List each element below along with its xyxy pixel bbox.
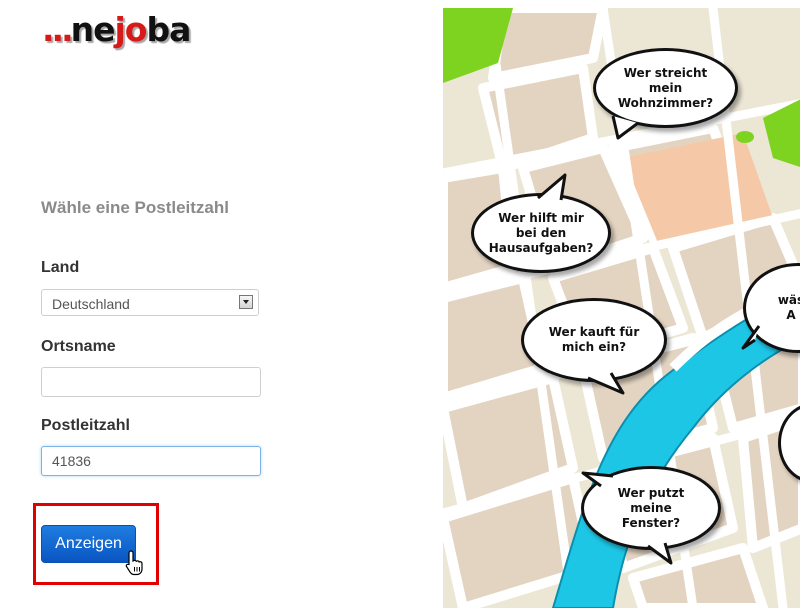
city-input[interactable] xyxy=(41,367,261,397)
chevron-down-icon[interactable] xyxy=(239,295,253,309)
speech-bubble: Wer putzt meine Fenster? xyxy=(581,466,721,550)
country-select[interactable]: Deutschland xyxy=(41,289,259,316)
zip-label: Postleitzahl xyxy=(41,417,130,434)
zip-input[interactable] xyxy=(41,446,261,476)
form-title: Wähle eine Postleitzahl xyxy=(41,198,229,217)
speech-bubble: Wer hilft mir bei den Hausaufgaben? xyxy=(471,193,611,273)
nejoba-logo: ...nejoba xyxy=(42,10,191,49)
country-select-value: Deutschland xyxy=(52,296,130,312)
speech-bubble: Wer kauft für mich ein? xyxy=(521,298,667,382)
show-button[interactable]: Anzeigen xyxy=(41,525,136,563)
city-label: Ortsname xyxy=(41,338,116,355)
city-map-illustration: Wer streicht mein Wohnzimmer? Wer hilft … xyxy=(443,8,800,608)
speech-bubble: Wer streicht mein Wohnzimmer? xyxy=(593,48,738,128)
hand-pointer-icon xyxy=(125,550,143,576)
country-label: Land xyxy=(41,259,80,276)
